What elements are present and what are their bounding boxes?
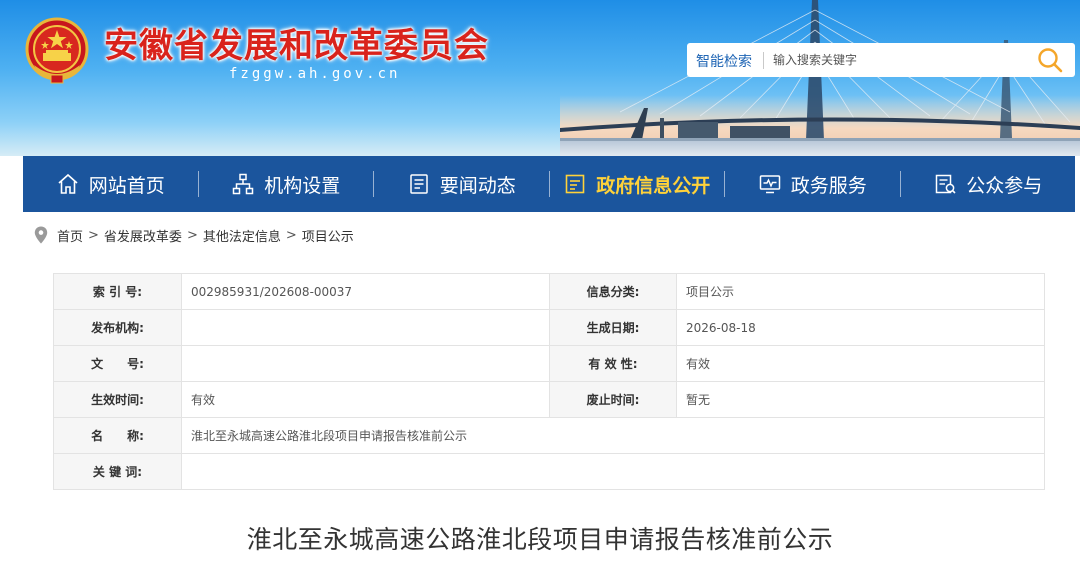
nav-item-organization[interactable]: 机构设置 xyxy=(199,156,374,212)
nav-item-label: 网站首页 xyxy=(88,174,165,197)
search-divider xyxy=(763,52,764,69)
name-value: 淮北至永城高速公路淮北段项目申请报告核准前公示 xyxy=(181,417,1045,454)
nav-item-label: 要闻动态 xyxy=(439,174,516,197)
breadcrumb-home[interactable]: 首页 xyxy=(57,226,83,245)
main-nav: 网站首页 机构设置 要闻动态 政府信息公开 政务服务 公众参与 xyxy=(23,156,1075,212)
validity-value: 有效 xyxy=(676,345,1045,382)
doc-no-value xyxy=(181,345,550,382)
site-domain: fzggw.ah.gov.cn xyxy=(229,66,401,82)
site-title: 安徽省发展和改革委员会 xyxy=(104,26,489,66)
table-row: 关 键 词: xyxy=(53,453,1045,490)
breadcrumb-separator: > xyxy=(88,227,99,243)
org-chart-icon xyxy=(232,173,254,195)
category-label: 信息分类: xyxy=(549,273,677,310)
date-label: 生成日期: xyxy=(549,309,677,346)
expiry-label: 废止时间: xyxy=(549,381,677,418)
breadcrumb-other-info[interactable]: 其他法定信息 xyxy=(203,226,281,245)
keywords-label: 关 键 词: xyxy=(53,453,182,490)
nav-item-label: 公众参与 xyxy=(966,174,1043,197)
table-row: 发布机构: 生成日期: 2026-08-18 xyxy=(53,309,1045,346)
search-box: 智能检索 xyxy=(687,43,1075,77)
search-label[interactable]: 智能检索 xyxy=(696,51,752,71)
breadcrumb-current[interactable]: 项目公示 xyxy=(302,226,354,245)
table-row: 索 引 号: 002985931/202608-00037 信息分类: 项目公示 xyxy=(53,273,1045,310)
bridge-illustration xyxy=(560,0,1080,141)
table-row: 名 称: 淮北至永城高速公路淮北段项目申请报告核准前公示 xyxy=(53,417,1045,454)
monitor-icon xyxy=(759,175,780,194)
publisher-value xyxy=(181,309,550,346)
validity-label: 有 效 性: xyxy=(549,345,677,382)
info-disclosure-icon xyxy=(565,174,585,194)
name-label: 名 称: xyxy=(53,417,182,454)
nav-item-label: 政府信息公开 xyxy=(596,174,711,197)
search-icon[interactable] xyxy=(1035,46,1065,74)
index-no-value: 002985931/202608-00037 xyxy=(181,273,550,310)
nav-item-public-participation[interactable]: 公众参与 xyxy=(901,156,1076,212)
national-emblem-icon xyxy=(25,17,89,84)
nav-item-label: 机构设置 xyxy=(264,174,341,197)
breadcrumb-commission[interactable]: 省发展改革委 xyxy=(104,226,182,245)
search-input[interactable] xyxy=(773,50,1013,70)
effective-label: 生效时间: xyxy=(53,381,182,418)
table-row: 文 号: 有 效 性: 有效 xyxy=(53,345,1045,382)
doc-no-label: 文 号: xyxy=(53,345,182,382)
breadcrumb-separator: > xyxy=(285,227,297,243)
category-value: 项目公示 xyxy=(676,273,1045,310)
keywords-value xyxy=(181,453,1045,490)
nav-item-gov-services[interactable]: 政务服务 xyxy=(725,156,900,212)
home-icon xyxy=(58,173,78,194)
nav-item-news[interactable]: 要闻动态 xyxy=(374,156,549,212)
article-title: 淮北至永城高速公路淮北段项目申请报告核准前公示 xyxy=(246,525,834,554)
breadcrumb-separator: > xyxy=(186,227,198,243)
publisher-label: 发布机构: xyxy=(53,309,182,346)
breadcrumb: 首页 > 省发展改革委 > 其他法定信息 > 项目公示 xyxy=(34,224,354,246)
nav-item-label: 政务服务 xyxy=(790,174,867,197)
location-pin-icon xyxy=(34,226,48,244)
news-icon xyxy=(409,174,428,194)
participation-icon xyxy=(935,174,956,194)
header-banner: 安徽省发展和改革委员会 fzggw.ah.gov.cn 智能检索 xyxy=(0,0,1080,156)
document-meta-table: 索 引 号: 002985931/202608-00037 信息分类: 项目公示… xyxy=(53,273,1045,490)
date-value: 2026-08-18 xyxy=(676,309,1045,346)
index-no-label: 索 引 号: xyxy=(53,273,182,310)
effective-value: 有效 xyxy=(181,381,550,418)
expiry-value: 暂无 xyxy=(676,381,1045,418)
table-row: 生效时间: 有效 废止时间: 暂无 xyxy=(53,381,1045,418)
nav-item-info-disclosure[interactable]: 政府信息公开 xyxy=(550,156,725,212)
nav-item-home[interactable]: 网站首页 xyxy=(23,156,198,212)
